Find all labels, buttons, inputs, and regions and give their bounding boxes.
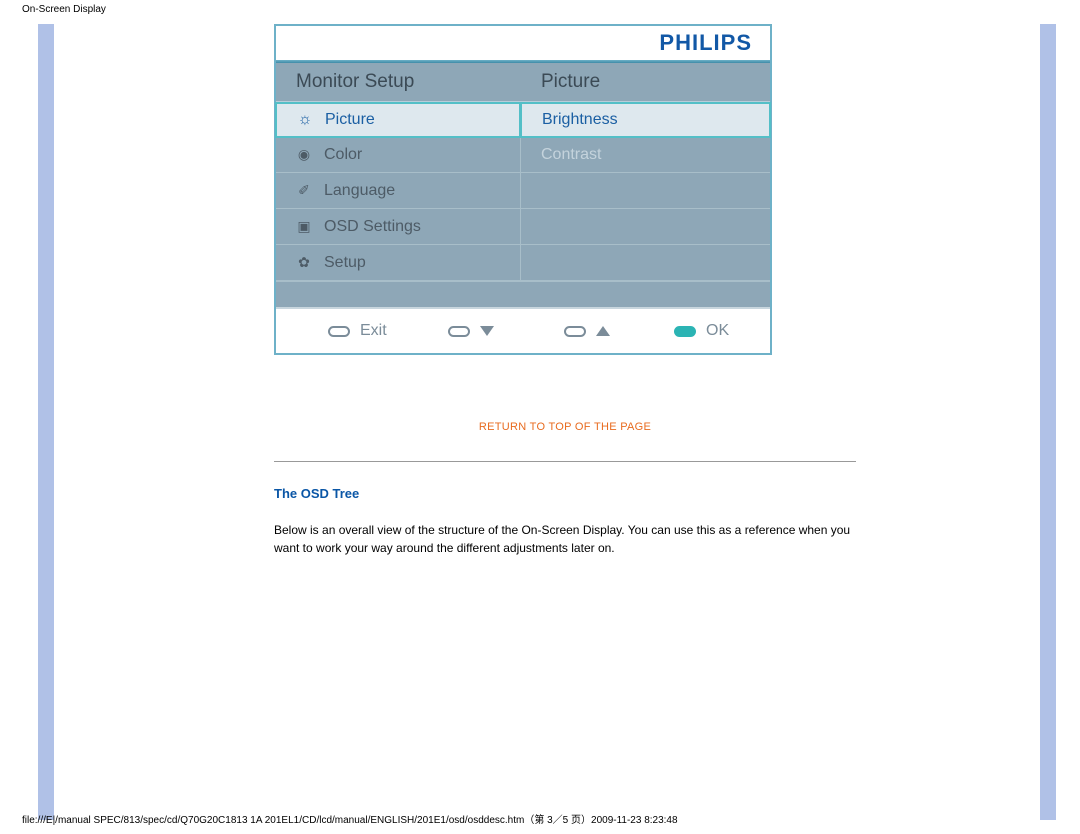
osd-down-button[interactable] <box>448 326 518 337</box>
color-icon <box>292 146 316 163</box>
menu-item-setup[interactable]: Setup <box>276 245 520 281</box>
osd-title-right: Picture <box>521 71 770 93</box>
osd-panel: PHILIPS Monitor Setup Picture Picture Co… <box>274 24 772 355</box>
section-divider <box>274 461 856 462</box>
section-heading-osd-tree: The OSD Tree <box>274 486 836 501</box>
pill-icon <box>328 326 350 337</box>
menu-item-language[interactable]: Language <box>276 173 520 209</box>
menu-label: Picture <box>317 111 375 129</box>
osd-title-left: Monitor Setup <box>276 71 521 93</box>
submenu-item-empty <box>521 209 770 245</box>
ok-label: OK <box>706 322 729 340</box>
osd-ok-button[interactable]: OK <box>674 322 729 340</box>
osd-body: Picture Color Language OSD Settings <box>276 101 770 307</box>
osd-main-menu: Picture Color Language OSD Settings <box>276 103 521 281</box>
pill-icon <box>674 326 696 337</box>
menu-item-osd-settings[interactable]: OSD Settings <box>276 209 520 245</box>
osd-tree-paragraph: Below is an overall view of the structur… <box>274 521 856 557</box>
menu-item-color[interactable]: Color <box>276 137 520 173</box>
pill-icon <box>564 326 586 337</box>
brand-logo: PHILIPS <box>659 30 752 56</box>
osd-sub-menu: Brightness Contrast <box>521 103 770 281</box>
setup-icon <box>292 254 316 271</box>
pill-icon <box>448 326 470 337</box>
osd-exit-button[interactable]: Exit <box>328 322 428 340</box>
menu-item-picture[interactable]: Picture <box>275 102 521 138</box>
osd-footer-buttons: Exit OK <box>276 307 770 353</box>
menu-label: Color <box>316 146 362 164</box>
menu-label: Language <box>316 182 395 200</box>
return-top-link[interactable]: RETURN TO TOP OF THE PAGE <box>274 421 856 433</box>
language-icon <box>292 182 316 199</box>
submenu-item-empty <box>521 245 770 281</box>
page-title: On-Screen Display <box>0 0 1080 15</box>
sidebar-stripe-left <box>38 24 54 820</box>
osd-spacer <box>276 281 770 307</box>
osd-up-button[interactable] <box>564 326 634 337</box>
submenu-item-contrast[interactable]: Contrast <box>521 137 770 173</box>
osd-title-bar: Monitor Setup Picture <box>276 63 770 101</box>
footer-file-path: file:///E|/manual SPEC/813/spec/cd/Q70G2… <box>22 811 678 826</box>
menu-label: Setup <box>316 254 366 272</box>
chevron-down-icon <box>480 326 494 336</box>
exit-label: Exit <box>360 322 387 340</box>
content-area: PHILIPS Monitor Setup Picture Picture Co… <box>54 24 1056 557</box>
chevron-up-icon <box>596 326 610 336</box>
osd-header: PHILIPS <box>276 26 770 60</box>
submenu-item-empty <box>521 173 770 209</box>
submenu-item-brightness[interactable]: Brightness <box>520 102 771 138</box>
menu-label: OSD Settings <box>316 218 421 236</box>
osd-icon <box>292 218 316 235</box>
brightness-icon <box>293 111 317 129</box>
